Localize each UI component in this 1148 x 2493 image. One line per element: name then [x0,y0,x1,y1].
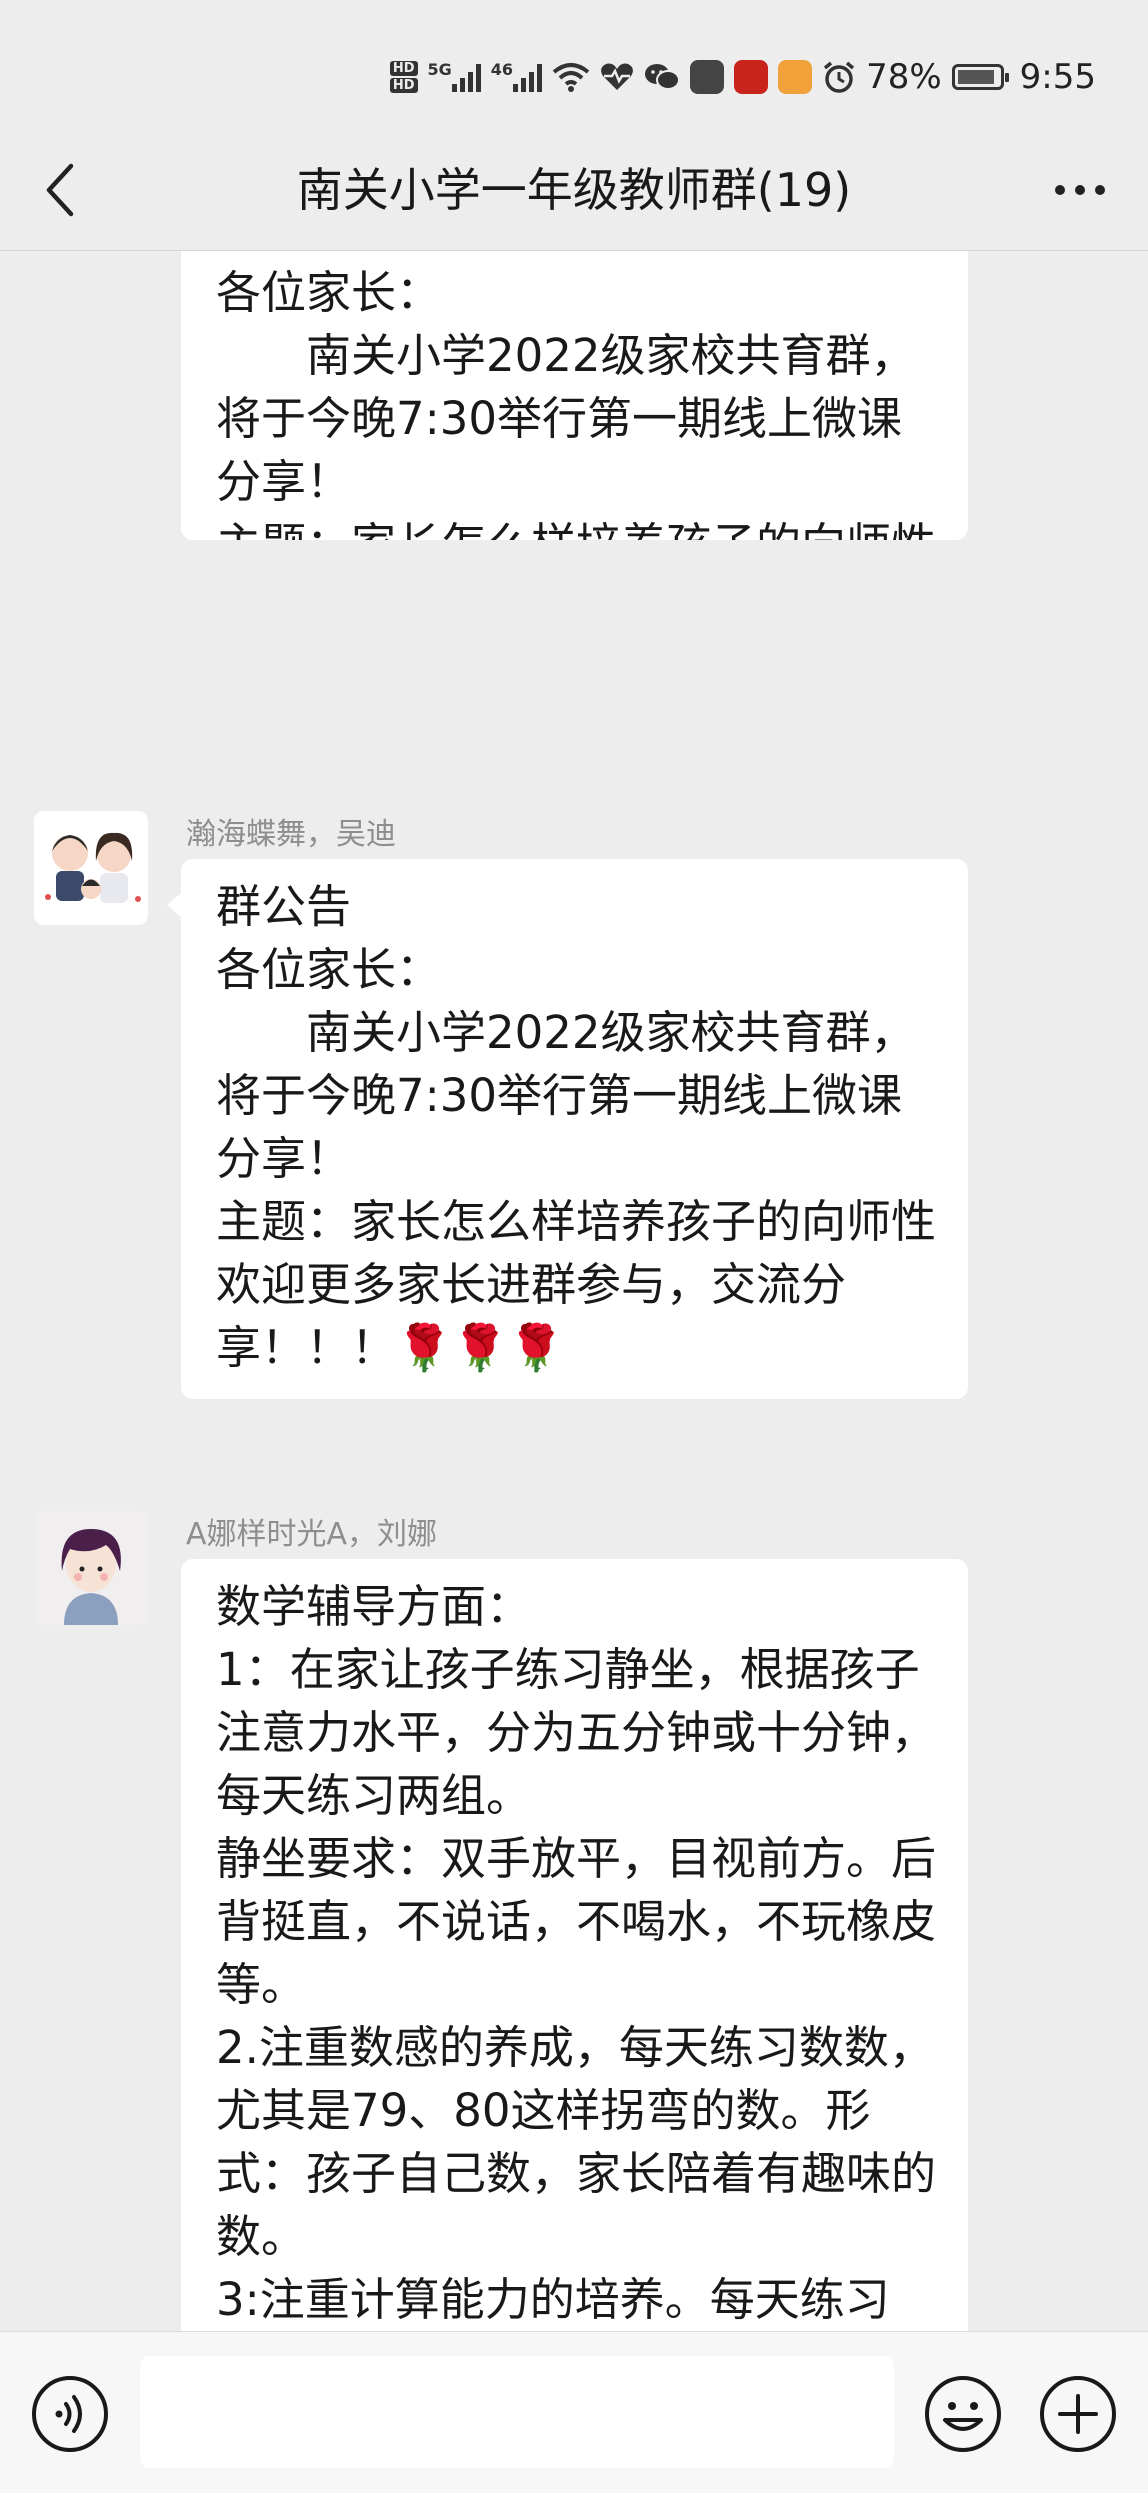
chat-header: 南关小学一年级教师群(19) [0,130,1148,251]
sender-name: 瀚海蝶舞，吴迪 [186,817,396,852]
plus-icon [1040,2376,1116,2452]
input-bar [0,2331,1148,2493]
signal-5g-icon: 5G [428,62,481,92]
voice-input-button[interactable] [30,2374,110,2454]
shopping-app-icon [690,60,725,94]
emoji-button[interactable] [923,2374,1003,2454]
alarm-icon [822,60,856,94]
back-button[interactable] [30,160,90,220]
page-title: 南关小学一年级教师群(19) [296,163,852,217]
signal-4g-icon: 46 [490,60,543,92]
status-icons: HD HD 5G 46 78% 9:55 [389,52,1096,102]
more-dot-icon [1095,185,1105,195]
message-item: 各位家长： 南关小学2022级家校共育群，将于今晚7:30举行第一期线上微课分享… [0,251,1148,631]
message-input[interactable] [140,2356,894,2468]
chevron-left-icon [46,163,74,217]
more-dot-icon [1075,185,1085,195]
battery-icon [951,64,1009,90]
study-app-icon [734,60,769,94]
more-functions-button[interactable] [1038,2374,1118,2454]
voice-icon [32,2376,108,2452]
hd-icon: HD HD [389,61,418,93]
wechat-icon [644,62,681,92]
battery-percent: 78% [866,57,942,97]
wifi-icon [552,61,590,93]
heart-rate-icon [600,62,634,92]
message-bubble[interactable]: 数学辅导方面： 1：在家让孩子练习静坐，根据孩子注意力水平，分为五分钟或十分钟，… [181,1559,968,2331]
more-dot-icon [1055,185,1065,195]
network-5g-label: 5G [427,60,452,79]
network-4g-label: 46 [490,60,514,79]
clock: 9:55 [1019,57,1096,97]
more-options-button[interactable] [1040,164,1120,216]
notes-app-icon [778,60,813,94]
message-bubble[interactable]: 群公告 各位家长： 南关小学2022级家校共育群，将于今晚7:30举行第一期线上… [167,859,968,1399]
message-list[interactable]: 各位家长： 南关小学2022级家校共育群，将于今晚7:30举行第一期线上微课分享… [0,251,1148,2331]
avatar[interactable] [34,811,148,925]
message-bubble[interactable]: 各位家长： 南关小学2022级家校共育群，将于今晚7:30举行第一期线上微课分享… [181,251,968,540]
status-bar: HD HD 5G 46 78% 9:55 [0,0,1148,150]
avatar[interactable] [34,1511,148,1625]
smiley-icon [925,2376,1001,2452]
sender-name: A娜样时光A，刘娜 [186,1517,438,1552]
